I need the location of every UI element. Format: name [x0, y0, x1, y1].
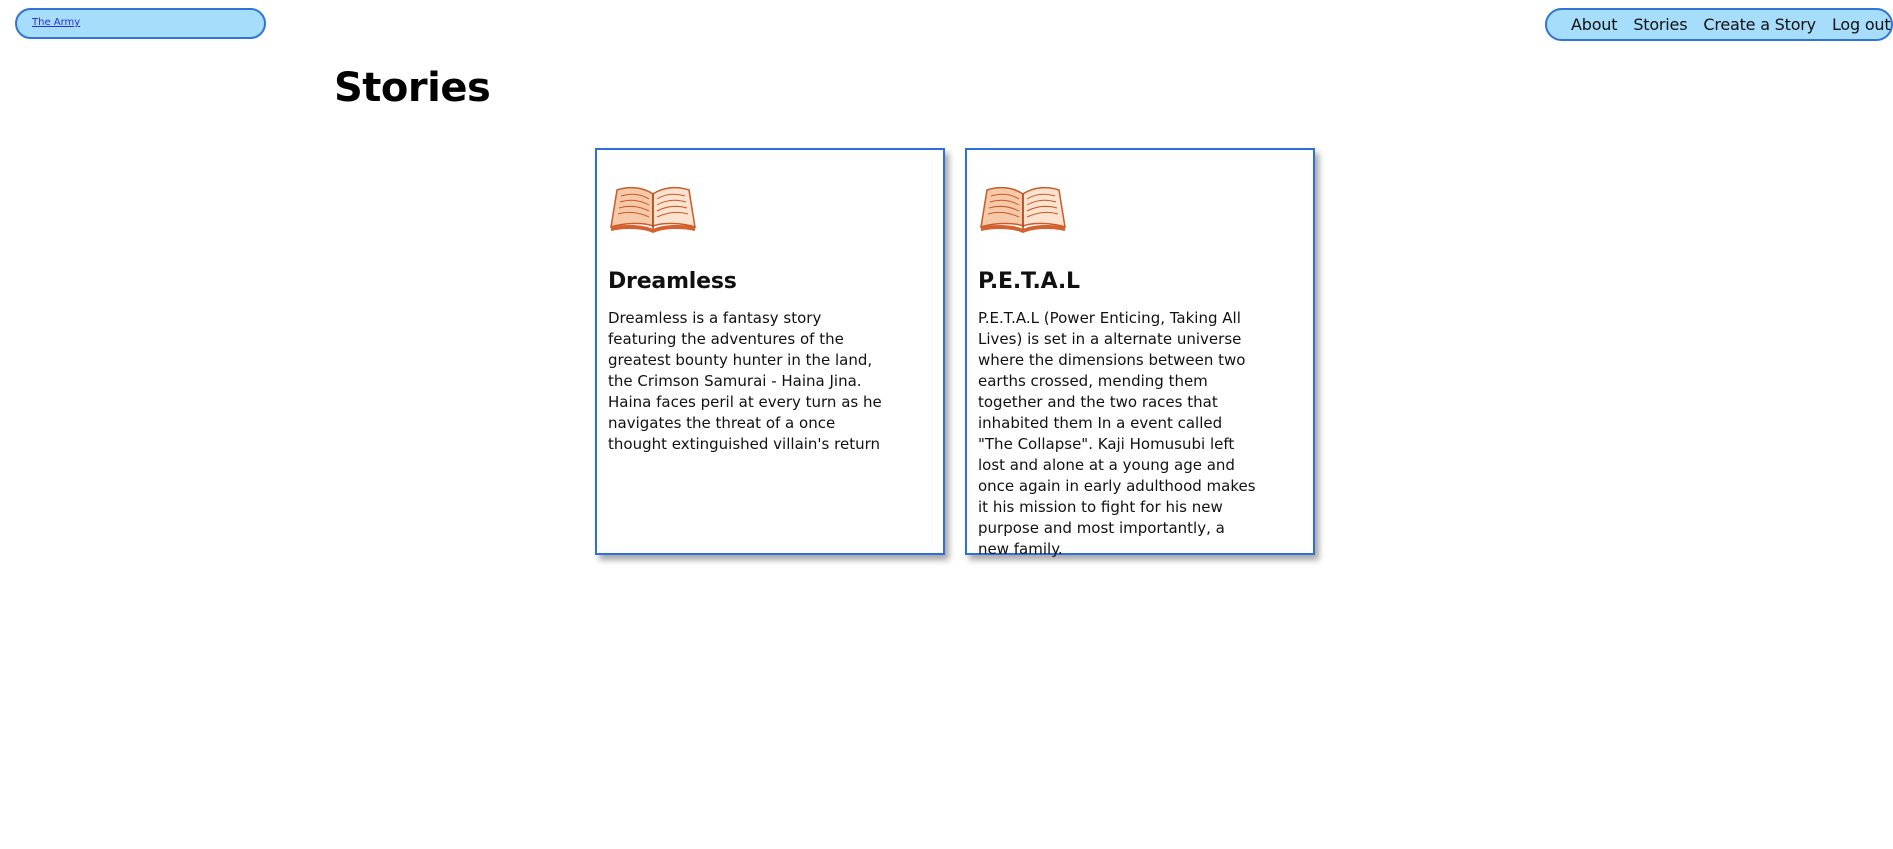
story-description: P.E.T.A.L (Power Enticing, Taking All Li…	[978, 309, 1256, 558]
nav-about[interactable]: About	[1571, 15, 1618, 34]
open-book-icon	[980, 186, 1066, 233]
brand-bar: The Army	[15, 8, 266, 39]
story-card[interactable]: P.E.T.A.L P.E.T.A.L (Power Enticing, Tak…	[965, 148, 1315, 558]
nav-log-out[interactable]: Log out	[1832, 15, 1891, 34]
brand-link[interactable]: The Army	[32, 17, 80, 28]
top-nav: About Stories Create a Story Log out	[1545, 8, 1893, 41]
nav-stories[interactable]: Stories	[1633, 15, 1687, 34]
story-title: P.E.T.A.L	[978, 269, 1080, 294]
page-title: Stories	[334, 65, 491, 111]
open-book-icon	[610, 186, 696, 233]
story-description: Dreamless is a fantasy story featuring t…	[608, 309, 882, 453]
story-card[interactable]: Dreamless Dreamless is a fantasy story f…	[595, 148, 945, 555]
story-title: Dreamless	[608, 269, 737, 294]
nav-create-story[interactable]: Create a Story	[1703, 15, 1816, 34]
